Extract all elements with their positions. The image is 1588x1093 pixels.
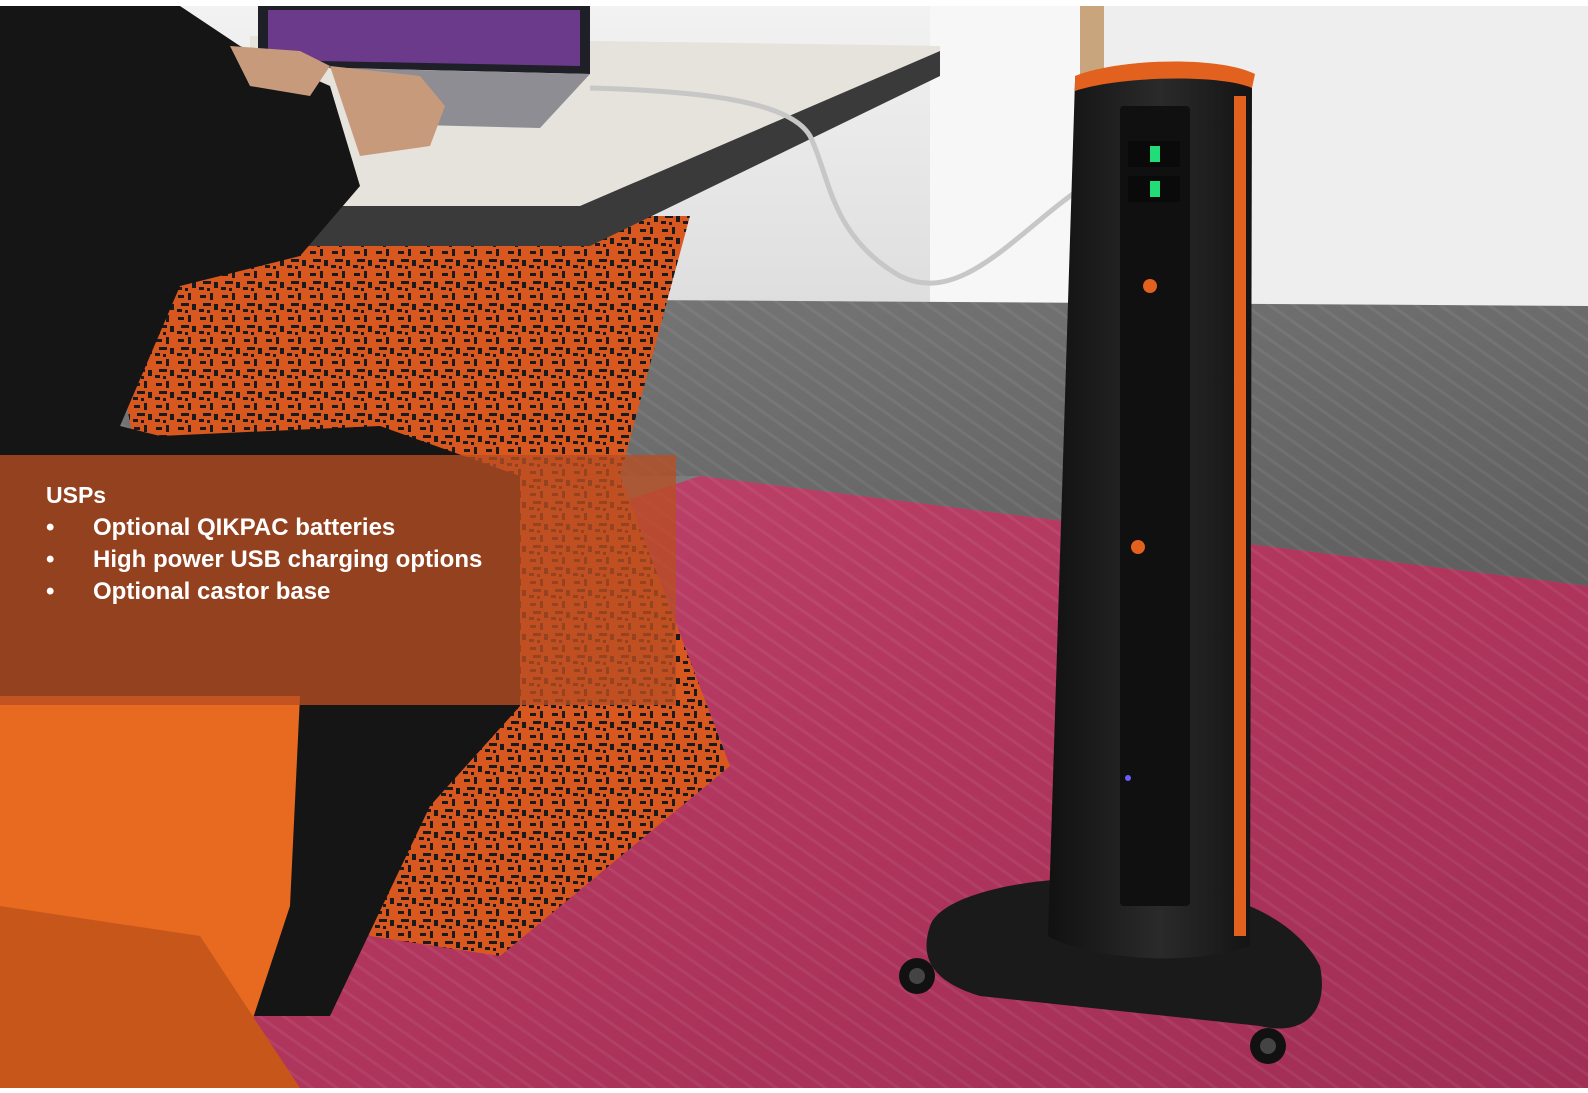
bullet-icon: • [46, 514, 55, 541]
bullet-icon: • [46, 578, 55, 605]
usp-box: USPs • Optional QIKPAC batteries • High … [46, 480, 482, 608]
usp-item-label: High power USB charging options [93, 546, 483, 573]
bullet-icon: • [46, 546, 55, 573]
usp-list: • Optional QIKPAC batteries • High power… [46, 512, 482, 608]
usp-item-label: Optional QIKPAC batteries [93, 514, 396, 541]
usp-item: • High power USB charging options [46, 544, 482, 576]
usp-title: USPs [46, 482, 107, 508]
usp-item-label: Optional castor base [93, 578, 331, 605]
usp-item: • Optional castor base [46, 576, 482, 608]
usp-item: • Optional QIKPAC batteries [46, 512, 482, 544]
